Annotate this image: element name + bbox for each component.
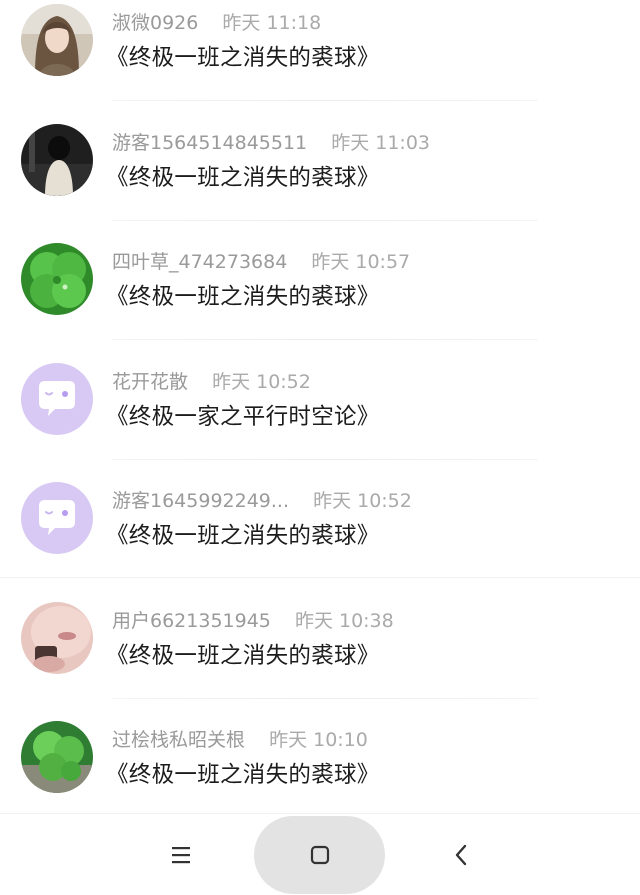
work-title[interactable]: 《终极一家之平行时空论》: [106, 401, 380, 433]
divider: [112, 339, 538, 340]
divider: [112, 458, 538, 460]
back-button[interactable]: [421, 814, 501, 895]
menu-icon: [172, 846, 190, 863]
timestamp: 昨天 10:52: [313, 490, 412, 512]
user-name[interactable]: 游客1564514845511: [112, 130, 307, 156]
avatar[interactable]: [21, 482, 93, 554]
work-title[interactable]: 《终极一班之消失的裘球》: [106, 520, 380, 552]
section-divider: [0, 577, 640, 578]
back-chevron-icon: [455, 844, 467, 865]
chat-bubble-avatar-icon: [21, 362, 93, 435]
comment-meta: 四叶草_474273684 昨天 10:57: [112, 249, 410, 275]
avatar[interactable]: [21, 123, 93, 196]
comment-meta: 淑微0926 昨天 11:18: [112, 10, 321, 36]
user-name[interactable]: 用户6621351945: [112, 608, 271, 634]
list-item[interactable]: 游客1645992249... 昨天 10:52 《终极一班之消失的裘球》: [0, 478, 640, 598]
avatar[interactable]: [21, 4, 93, 76]
home-button[interactable]: [254, 816, 385, 894]
clover-avatar-icon: [21, 243, 93, 315]
girl-photo-avatar-icon: [21, 4, 93, 76]
comment-list: 淑微0926 昨天 11:18 《终极一班之消失的裘球》 游客156451484…: [0, 0, 640, 837]
dark-figure-avatar-icon: [21, 123, 93, 196]
avatar[interactable]: [21, 721, 93, 793]
work-title[interactable]: 《终极一班之消失的裘球》: [106, 162, 380, 194]
divider: [112, 697, 538, 699]
timestamp: 昨天 10:38: [294, 609, 394, 632]
user-name[interactable]: 过桧栈私昭关根: [112, 727, 245, 753]
system-nav-bar: [0, 813, 640, 895]
list-item[interactable]: 四叶草_474273684 昨天 10:57 《终极一班之消失的裘球》: [0, 239, 640, 359]
comment-meta: 用户6621351945 昨天 10:38: [112, 608, 394, 634]
list-item[interactable]: 花开花散 昨天 10:52 《终极一家之平行时空论》: [0, 359, 640, 479]
work-title[interactable]: 《终极一班之消失的裘球》: [106, 42, 380, 74]
comment-meta: 花开花散 昨天 10:52: [112, 369, 311, 395]
divider: [112, 100, 538, 101]
user-name[interactable]: 淑微0926: [112, 10, 198, 36]
user-name[interactable]: 游客1645992249...: [112, 488, 289, 514]
clover-avatar-icon: [21, 721, 93, 793]
work-title[interactable]: 《终极一班之消失的裘球》: [106, 759, 380, 791]
avatar[interactable]: [21, 601, 93, 674]
avatar[interactable]: [21, 243, 93, 315]
timestamp: 昨天 11:03: [331, 131, 430, 154]
work-title[interactable]: 《终极一班之消失的裘球》: [106, 640, 380, 672]
list-item[interactable]: 游客1564514845511 昨天 11:03 《终极一班之消失的裘球》: [0, 120, 640, 240]
divider: [112, 219, 538, 221]
comment-meta: 游客1564514845511 昨天 11:03: [112, 130, 430, 156]
work-title[interactable]: 《终极一班之消失的裘球》: [106, 281, 380, 313]
home-square-icon: [310, 845, 329, 865]
comment-meta: 游客1645992249... 昨天 10:52: [112, 488, 412, 514]
chat-bubble-avatar-icon: [21, 482, 93, 554]
timestamp: 昨天 10:10: [269, 729, 368, 751]
user-name[interactable]: 花开花散: [112, 369, 188, 395]
timestamp: 昨天 11:18: [222, 12, 322, 34]
timestamp: 昨天 10:52: [212, 370, 311, 393]
comment-meta: 过桧栈私昭关根 昨天 10:10: [112, 727, 368, 753]
pink-photo-avatar-icon: [21, 601, 93, 674]
timestamp: 昨天 10:57: [311, 251, 411, 273]
list-item[interactable]: 淑微0926 昨天 11:18 《终极一班之消失的裘球》: [0, 0, 640, 120]
avatar[interactable]: [21, 362, 93, 435]
user-name[interactable]: 四叶草_474273684: [112, 249, 287, 275]
recent-apps-button[interactable]: [141, 814, 221, 895]
list-item[interactable]: 用户6621351945 昨天 10:38 《终极一班之消失的裘球》: [0, 598, 640, 718]
